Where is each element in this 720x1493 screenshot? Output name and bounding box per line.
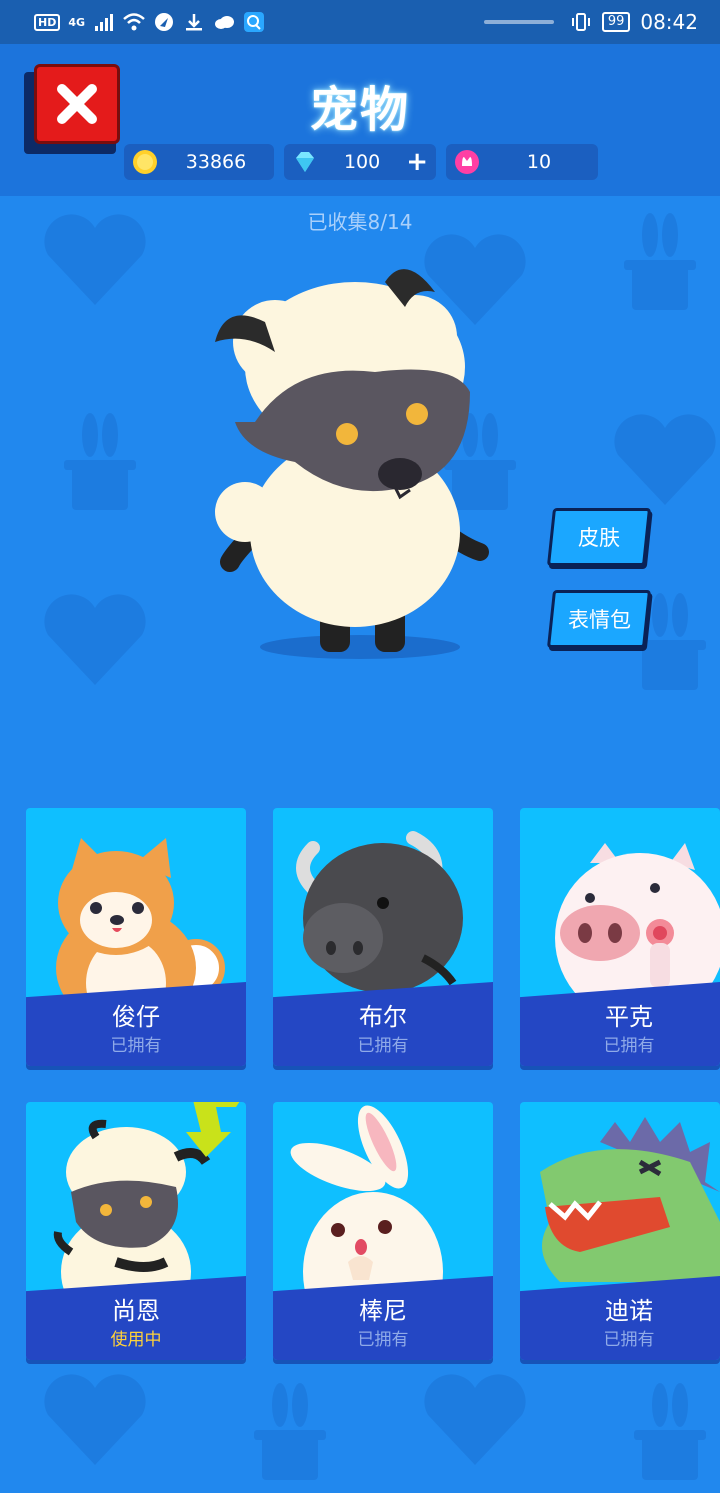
pet-status: 已拥有	[357, 1036, 409, 1056]
location-icon	[155, 13, 174, 31]
pet-card-bull[interactable]: 布尔 已拥有	[273, 808, 493, 1066]
gem-amount: 100	[343, 151, 381, 173]
flower-amount: 10	[526, 151, 552, 173]
emoji-pack-button[interactable]: 表情包	[546, 590, 652, 648]
magic-hat-icon	[634, 1383, 706, 1480]
flower-counter: 10	[446, 144, 598, 180]
wifi-icon	[123, 13, 145, 31]
network-type: 4G	[68, 15, 86, 29]
coin-amount: 33866	[185, 151, 247, 173]
pet-status: 已拥有	[357, 1330, 409, 1350]
pet-card-sheep[interactable]: 尚恩 使用中	[26, 1102, 246, 1360]
emoji-pack-button-label: 表情包	[567, 608, 631, 632]
pet-name: 俊仔	[112, 1003, 160, 1031]
heart-icon	[44, 1374, 146, 1465]
heart-icon	[424, 1374, 526, 1465]
magic-hat-icon	[64, 413, 136, 510]
heart-icon	[614, 414, 716, 505]
vibrate-icon	[571, 13, 590, 31]
pet-card-shiba[interactable]: 俊仔 已拥有	[26, 808, 246, 1066]
skin-button[interactable]: 皮肤	[546, 508, 652, 566]
page-title: 宠物	[309, 82, 410, 138]
signal-icon	[95, 14, 114, 31]
pet-name: 尚恩	[112, 1297, 160, 1325]
pet-card-dinosaur[interactable]: 迪诺 已拥有	[520, 1102, 720, 1360]
pet-status-in-use: 使用中	[110, 1330, 162, 1350]
flower-icon	[455, 150, 479, 174]
status-bar: HD 4G 99 08:42	[0, 0, 720, 44]
selected-pet-sheep	[215, 269, 489, 659]
pet-status: 已拥有	[110, 1036, 162, 1056]
pet-status: 已拥有	[603, 1036, 655, 1056]
collection-progress: 已收集8/14	[307, 210, 413, 234]
clock: 08:42	[640, 10, 698, 34]
pet-status: 已拥有	[603, 1330, 655, 1350]
coin-counter: 33866	[124, 144, 274, 180]
skin-button-label: 皮肤	[578, 526, 620, 550]
cloud-icon	[215, 16, 235, 29]
hd-badge: HD	[34, 13, 61, 31]
download-icon	[186, 14, 203, 31]
pet-card-rabbit[interactable]: 棒尼 已拥有	[273, 1102, 493, 1360]
pet-name: 布尔	[359, 1003, 407, 1031]
add-gems-button[interactable]: +	[406, 149, 428, 175]
notification-handle	[483, 20, 554, 24]
coin-icon	[133, 150, 157, 174]
heart-icon	[44, 594, 146, 685]
battery-level: 99	[601, 12, 631, 32]
diamond-icon	[296, 152, 314, 172]
search-app-icon	[244, 12, 265, 32]
magic-hat-icon	[254, 1383, 326, 1480]
gem-counter: 100 +	[284, 144, 436, 180]
pet-name: 棒尼	[359, 1297, 407, 1325]
pet-name: 平克	[605, 1003, 653, 1031]
pet-card-pig[interactable]: 平克 已拥有	[520, 808, 720, 1066]
pet-name: 迪诺	[605, 1297, 653, 1325]
